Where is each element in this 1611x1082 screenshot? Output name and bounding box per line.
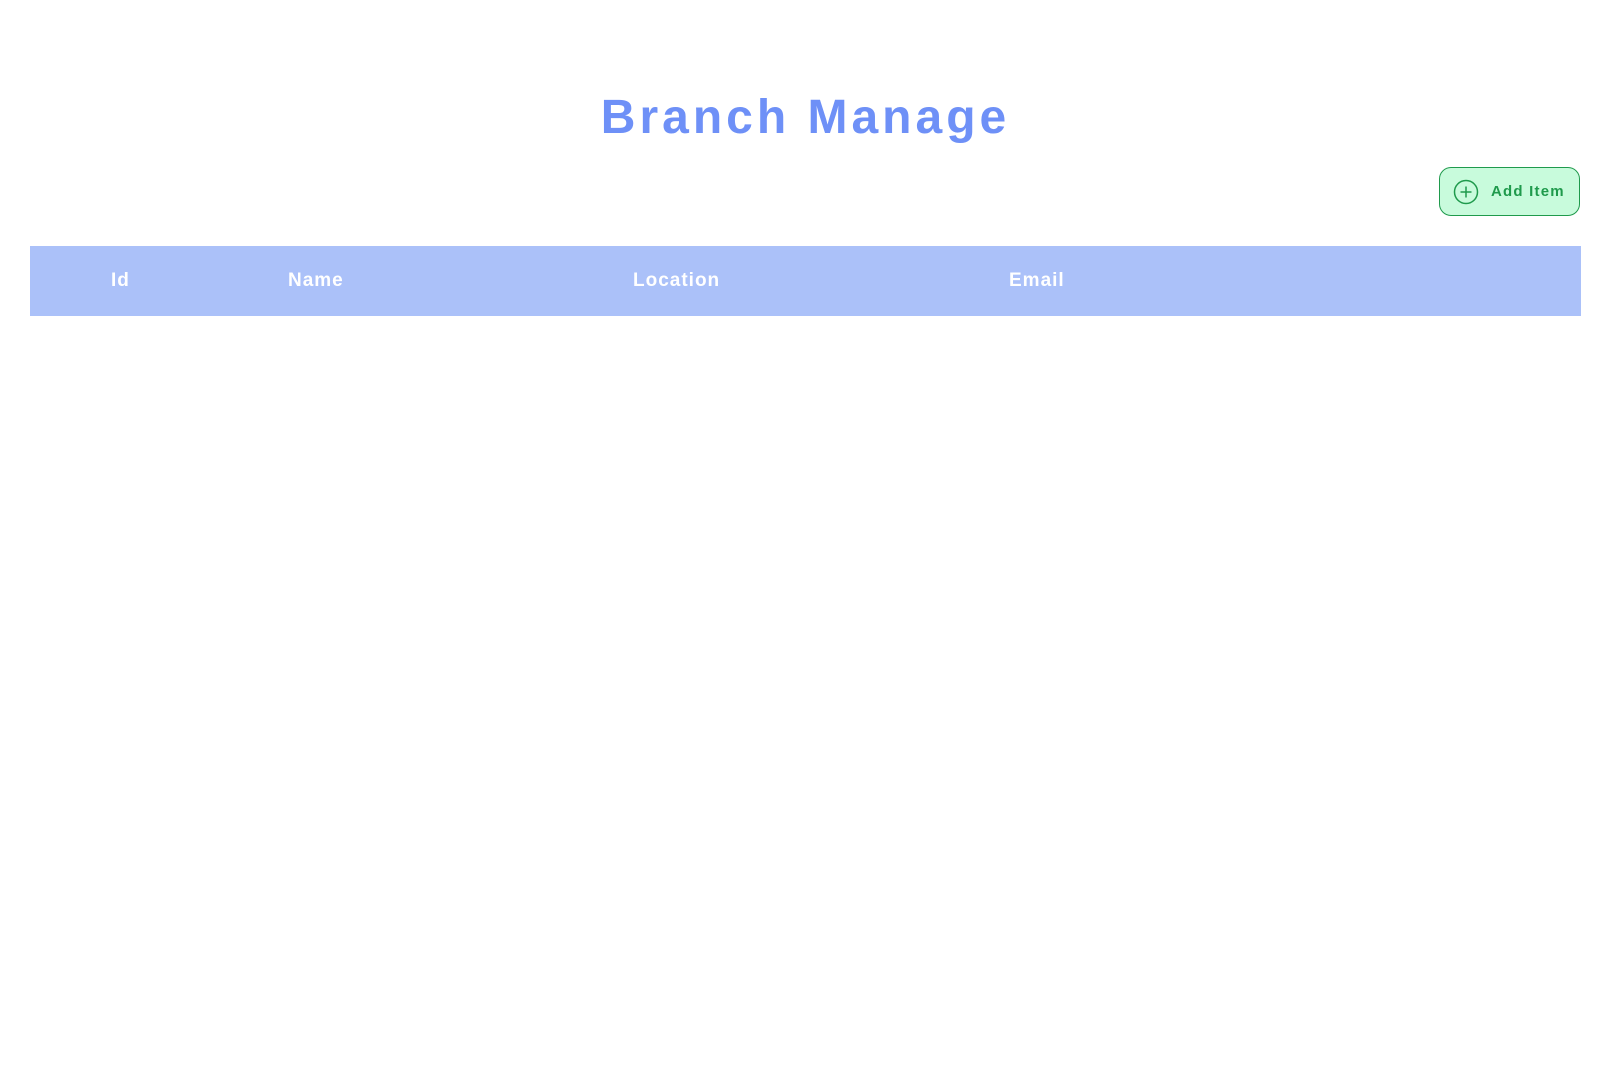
column-header-name: Name: [288, 270, 344, 291]
column-header-email: Email: [1009, 270, 1065, 291]
plus-circle-icon: [1453, 179, 1479, 205]
table-header-row: Id Name Location Email: [30, 246, 1581, 316]
column-header-location: Location: [633, 270, 721, 291]
add-item-label: Add Item: [1491, 183, 1565, 200]
branch-table: Id Name Location Email: [30, 246, 1581, 316]
column-header-id: Id: [111, 270, 130, 291]
add-item-button[interactable]: Add Item: [1439, 167, 1580, 216]
table-header: Id Name Location Email: [30, 246, 1581, 316]
page-title: Branch Manage: [600, 91, 1011, 144]
